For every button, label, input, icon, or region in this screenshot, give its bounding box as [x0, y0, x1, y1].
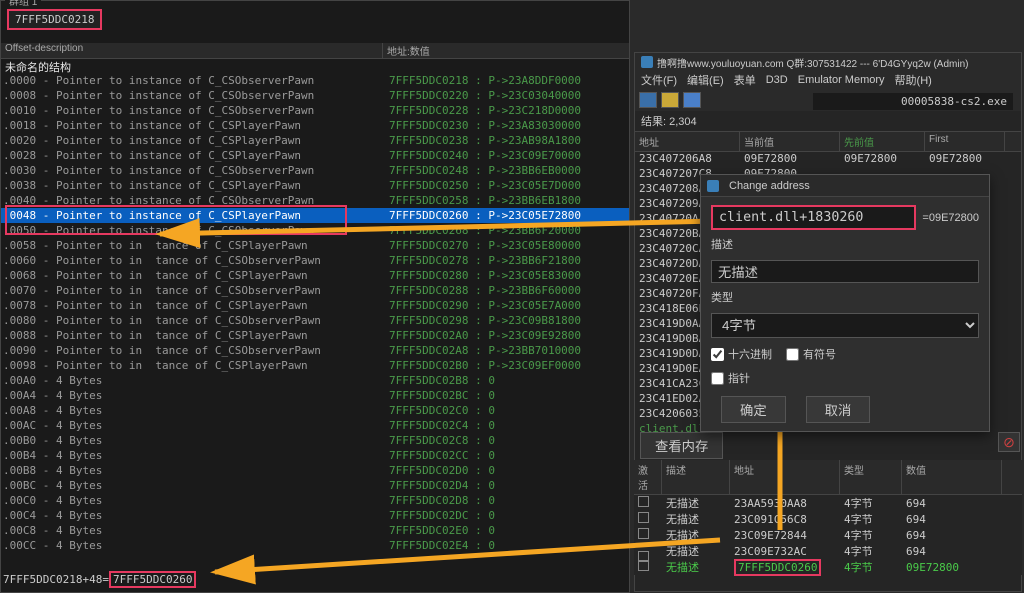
struct-row[interactable]: .00B8 - 4 Bytes7FFF5DDC02D0 : 0: [1, 463, 629, 478]
desc-label: 描述: [711, 236, 979, 252]
struct-row[interactable]: .0050 - Pointer to instance of C_CSObser…: [1, 223, 629, 238]
address-row[interactable]: 无描述23C091C56C84字节694: [634, 511, 1022, 527]
hex-checkbox[interactable]: 十六进制: [711, 346, 772, 362]
struct-row[interactable]: .0068 - Pointer to in tance of C_CSPlaye…: [1, 268, 629, 283]
struct-table-header: Offset-description 地址:数值: [1, 43, 629, 59]
struct-row[interactable]: .0008 - Pointer to instance of C_CSObser…: [1, 88, 629, 103]
signed-checkbox[interactable]: 有符号: [786, 346, 836, 362]
menu-item[interactable]: 帮助(H): [895, 72, 932, 88]
description-input[interactable]: [711, 260, 979, 283]
process-name: 00005838-cs2.exe: [813, 93, 1013, 110]
struct-row[interactable]: .0070 - Pointer to in tance of C_CSObser…: [1, 283, 629, 298]
struct-row[interactable]: .0060 - Pointer to in tance of C_CSObser…: [1, 253, 629, 268]
menu-item[interactable]: 表单: [734, 72, 756, 88]
menu-item[interactable]: D3D: [766, 74, 788, 86]
type-select[interactable]: 4字节: [711, 313, 979, 338]
struct-row[interactable]: .0058 - Pointer to in tance of C_CSPlaye…: [1, 238, 629, 253]
address-table: 激活 描述 地址 类型 数值 无描述23AA5930AA84字节694无描述23…: [634, 460, 1022, 575]
open-process-icon[interactable]: [639, 92, 657, 108]
struct-row[interactable]: .00AC - 4 Bytes7FFF5DDC02C4 : 0: [1, 418, 629, 433]
struct-row[interactable]: .00A0 - 4 Bytes7FFF5DDC02B8 : 0: [1, 373, 629, 388]
col-first[interactable]: First: [925, 132, 1005, 151]
dialog-icon: [707, 180, 719, 192]
column-addr-value[interactable]: 地址:数值: [383, 43, 430, 58]
struct-row[interactable]: .0088 - Pointer to in tance of C_CSPlaye…: [1, 328, 629, 343]
menu-item[interactable]: 文件(F): [641, 72, 677, 88]
ok-button[interactable]: 确定: [721, 396, 786, 423]
results-header: 地址 当前值 先前值 First: [635, 131, 1021, 152]
group-label: 群组 1: [5, 0, 41, 8]
resolved-value: =09E72800: [922, 212, 979, 224]
struct-row[interactable]: .0080 - Pointer to in tance of C_CSObser…: [1, 313, 629, 328]
folder-icon[interactable]: [661, 92, 679, 108]
col-addr[interactable]: 地址: [730, 460, 840, 494]
struct-row[interactable]: .0020 - Pointer to instance of C_CSPlaye…: [1, 133, 629, 148]
address-expression: 7FFF5DDC0218+48=7FFF5DDC0260: [3, 571, 196, 588]
struct-row[interactable]: .00CC - 4 Bytes7FFF5DDC02E4 : 0: [1, 538, 629, 553]
struct-row[interactable]: .0018 - Pointer to instance of C_CSPlaye…: [1, 118, 629, 133]
expression-result: 7FFF5DDC0260: [109, 571, 196, 588]
struct-row[interactable]: .00B4 - 4 Bytes7FFF5DDC02CC : 0: [1, 448, 629, 463]
menu-item[interactable]: 编辑(E): [687, 72, 724, 88]
view-memory-button[interactable]: 查看内存: [640, 432, 723, 459]
col-previous[interactable]: 先前值: [840, 132, 925, 151]
struct-row[interactable]: .00C4 - 4 Bytes7FFF5DDC02DC : 0: [1, 508, 629, 523]
menu-item[interactable]: Emulator Memory: [798, 74, 885, 86]
address-row[interactable]: 无描述23C09E728444字节694: [634, 527, 1022, 543]
result-count: 结果: 2,304: [635, 111, 1021, 131]
struct-row[interactable]: .00B0 - 4 Bytes7FFF5DDC02C8 : 0: [1, 433, 629, 448]
result-row[interactable]: 23C407206A809E7280009E7280009E72800: [635, 152, 1021, 167]
type-label: 类型: [711, 289, 979, 305]
structure-dissect-panel: 群组 1 7FFF5DDC0218 Offset-description 地址:…: [0, 0, 630, 593]
base-address-input[interactable]: 7FFF5DDC0218: [7, 9, 102, 30]
struct-row[interactable]: .0030 - Pointer to instance of C_CSObser…: [1, 163, 629, 178]
change-address-dialog: Change address =09E72800 描述 类型 4字节 十六进制 …: [700, 174, 990, 432]
struct-list[interactable]: .0000 - Pointer to instance of C_CSObser…: [1, 73, 629, 553]
address-row[interactable]: 无描述23AA5930AA84字节694: [634, 495, 1022, 511]
struct-row[interactable]: .0010 - Pointer to instance of C_CSObser…: [1, 103, 629, 118]
struct-row[interactable]: .0098 - Pointer to in tance of C_CSPlaye…: [1, 358, 629, 373]
save-icon[interactable]: [683, 92, 701, 108]
col-val[interactable]: 数值: [902, 460, 1002, 494]
address-row[interactable]: 无描述23C09E732AC4字节694: [634, 543, 1022, 559]
struct-row[interactable]: .00A4 - 4 Bytes7FFF5DDC02BC : 0: [1, 388, 629, 403]
col-address[interactable]: 地址: [635, 132, 740, 151]
struct-row[interactable]: .0040 - Pointer to instance of C_CSObser…: [1, 193, 629, 208]
column-offset-desc[interactable]: Offset-description: [1, 43, 383, 58]
address-table-header: 激活 描述 地址 类型 数值: [634, 460, 1022, 495]
struct-row[interactable]: .00C8 - 4 Bytes7FFF5DDC02E0 : 0: [1, 523, 629, 538]
col-current[interactable]: 当前值: [740, 132, 840, 151]
dialog-titlebar[interactable]: Change address: [701, 175, 989, 197]
app-icon: [641, 56, 653, 68]
struct-row[interactable]: .0048 - Pointer to instance of C_CSPlaye…: [1, 208, 629, 223]
pointer-checkbox[interactable]: 指针: [711, 370, 750, 386]
struct-row[interactable]: .0078 - Pointer to in tance of C_CSPlaye…: [1, 298, 629, 313]
col-desc[interactable]: 描述: [662, 460, 730, 494]
address-table-list[interactable]: 无描述23AA5930AA84字节694无描述23C091C56C84字节694…: [634, 495, 1022, 575]
address-input[interactable]: [711, 205, 916, 230]
struct-row[interactable]: .0028 - Pointer to instance of C_CSPlaye…: [1, 148, 629, 163]
struct-row[interactable]: .00BC - 4 Bytes7FFF5DDC02D4 : 0: [1, 478, 629, 493]
struct-row[interactable]: .00A8 - 4 Bytes7FFF5DDC02C0 : 0: [1, 403, 629, 418]
window-titlebar: 撸啊撸www.youluoyuan.com Q群:307531422 --- 6…: [635, 53, 1021, 71]
stop-icon[interactable]: [998, 432, 1020, 452]
menu-bar[interactable]: 文件(F) 编辑(E) 表单 D3D Emulator Memory 帮助(H): [635, 71, 1021, 89]
struct-row[interactable]: .00C0 - 4 Bytes7FFF5DDC02D8 : 0: [1, 493, 629, 508]
struct-row[interactable]: .0090 - Pointer to in tance of C_CSObser…: [1, 343, 629, 358]
col-active[interactable]: 激活: [634, 460, 662, 494]
struct-row[interactable]: .0000 - Pointer to instance of C_CSObser…: [1, 73, 629, 88]
address-row[interactable]: 无描述7FFF5DDC02604字节09E72800: [634, 559, 1022, 575]
cancel-button[interactable]: 取消: [806, 396, 871, 423]
col-type[interactable]: 类型: [840, 460, 902, 494]
struct-row[interactable]: .0038 - Pointer to instance of C_CSPlaye…: [1, 178, 629, 193]
